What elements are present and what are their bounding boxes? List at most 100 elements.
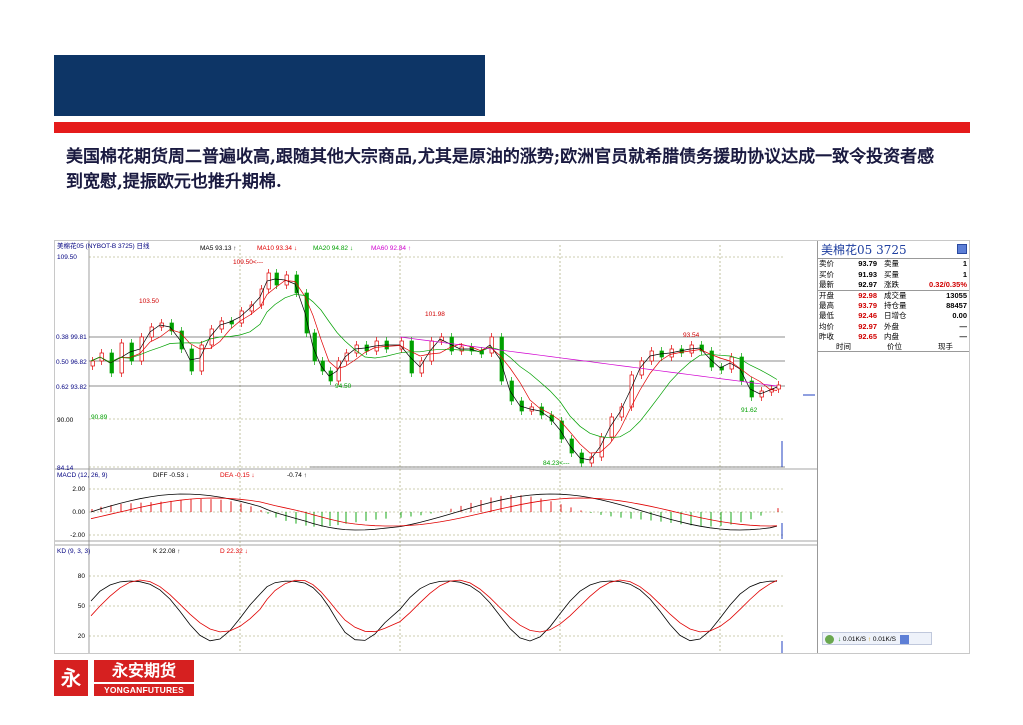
title-banner xyxy=(54,55,485,116)
price-annotation: 84.23<--- xyxy=(543,460,570,467)
ma10-label: MA10 93.34 ↓ xyxy=(257,245,297,252)
panel-toggle-icon[interactable] xyxy=(957,244,967,254)
quote-value: 1 xyxy=(962,269,967,279)
candle-body xyxy=(629,374,634,408)
quote-label: 持仓量 xyxy=(884,300,907,310)
candle-body xyxy=(709,350,714,368)
kline-chart[interactable]: 美棉花05 (NYBOT-B 3725) 日线 MA5 93.13 ↑ MA10 9… xyxy=(55,241,817,654)
kd-axis-label: 80 xyxy=(78,573,86,580)
quote-label: 卖价 xyxy=(819,259,834,269)
candle-body xyxy=(259,288,264,306)
quote-value: 92.97 xyxy=(840,279,878,291)
price-axis-label: 90.00 xyxy=(57,417,74,424)
ma5-label: MA5 93.13 ↑ xyxy=(200,245,237,252)
tick-list-header: 时间 价位 现手 xyxy=(818,342,969,353)
download-speed: 0.01K/S xyxy=(842,636,867,643)
download-arrow-icon: ↓ xyxy=(837,636,842,643)
price-annotation: 103.50 xyxy=(139,298,159,305)
macd-axis-label: 2.00 xyxy=(72,486,85,493)
col-time: 时间 xyxy=(836,342,851,352)
price-axis-label: 0.38 99.81 xyxy=(56,334,87,341)
quote-row: 最低 92.46 日增仓 0.00 xyxy=(818,311,969,321)
quote-row: 最新 92.97 涨跌 0.32/0.35% xyxy=(818,279,969,291)
quote-value: 13055 xyxy=(946,290,967,300)
quote-row: 买价 91.93 买量 1 xyxy=(818,269,969,279)
quote-value: 92.46 xyxy=(858,311,877,321)
kd-d-label: D 22.32 ↓ xyxy=(220,548,248,555)
company-logo: 永 永安期货 YONGANFUTURES xyxy=(54,660,194,696)
candle-body xyxy=(776,384,781,390)
candle-body xyxy=(409,340,414,374)
candle-body xyxy=(90,360,95,367)
trading-software-screenshot: 美棉花05 (NYBOT-B 3725) 日线 MA5 93.13 ↑ MA10 9… xyxy=(54,240,970,654)
candle-body xyxy=(139,336,144,362)
candle-body xyxy=(429,340,434,362)
candle-body xyxy=(609,416,614,438)
kd-title: KD (9, 3, 3) xyxy=(57,548,90,555)
ma20-label: MA20 94.82 ↓ xyxy=(313,245,353,252)
quote-value: 93.79 xyxy=(858,259,877,269)
kd-k-label: K 22.08 ↑ xyxy=(153,548,180,555)
macd-axis-label: -2.00 xyxy=(70,532,85,539)
quote-label: 涨跌 xyxy=(878,279,908,291)
red-divider xyxy=(54,122,970,133)
logo-mark: 永 xyxy=(54,660,88,696)
price-annotation: 109.50<--- xyxy=(233,259,263,266)
candle-body xyxy=(239,310,244,324)
quote-table: 卖价 93.79 卖量 1 买价 91.93 买量 1 最新 92.97 涨跌 0.32/0.35% 开… xyxy=(818,259,969,342)
quote-value: 92.98 xyxy=(858,290,877,300)
quote-label: 最高 xyxy=(819,300,834,310)
quote-title: 美棉花05 3725 xyxy=(818,241,969,259)
price-annotation: 90.89 xyxy=(91,414,108,421)
price-axis-label: 0.62 93.82 xyxy=(56,384,87,391)
quote-row: 均价 92.97 外盘 — xyxy=(818,321,969,332)
upload-arrow-icon: ↑ xyxy=(867,636,872,643)
price-axis-label: 109.50 xyxy=(57,254,77,261)
quote-label: 均价 xyxy=(819,321,834,331)
price-annotation: 94.50 xyxy=(335,383,352,390)
kd-axis-label: 20 xyxy=(78,633,86,640)
ma60-label: MA60 92.84 ↑ xyxy=(371,245,411,252)
quote-value: 92.97 xyxy=(858,321,877,331)
macd-axis-label: 0.00 xyxy=(72,509,85,516)
quote-label: 最新 xyxy=(818,279,840,291)
quote-row: 卖价 93.79 卖量 1 xyxy=(818,259,969,269)
macd-diff-label: DIFF -0.53 ↓ xyxy=(153,472,189,479)
logo-chinese-name: 永安期货 xyxy=(94,660,194,682)
quote-value: 0.00 xyxy=(952,311,967,321)
quote-label: 昨收 xyxy=(819,332,834,342)
quote-label: 卖量 xyxy=(884,259,899,269)
candle-body xyxy=(509,380,514,402)
settings-icon[interactable] xyxy=(899,634,909,644)
price-annotation: 101.98 xyxy=(425,311,445,318)
quote-label: 买价 xyxy=(819,269,834,279)
quote-title-text: 美棉花05 3725 xyxy=(821,243,907,257)
macd-value-label: -0.74 ↑ xyxy=(287,472,307,479)
price-axis-label: 0.50 96.82 xyxy=(56,359,87,366)
price-annotation: 91.62 xyxy=(741,407,758,414)
logo-english-name: YONGANFUTURES xyxy=(94,684,194,696)
quote-label: 内盘 xyxy=(884,332,899,342)
quote-value: 91.93 xyxy=(858,269,877,279)
price-annotation: 93.54 xyxy=(683,332,700,339)
quote-value: — xyxy=(959,332,968,342)
quote-value: 92.65 xyxy=(858,332,877,342)
candle-body xyxy=(312,332,317,362)
quote-row: 昨收 92.65 内盘 — xyxy=(818,332,969,342)
upload-speed: 0.01K/S xyxy=(872,636,897,643)
quote-label: 最低 xyxy=(819,311,834,321)
quote-value: — xyxy=(959,321,968,331)
quote-label: 外盘 xyxy=(884,321,899,331)
quote-value: 93.79 xyxy=(858,300,877,310)
quote-label: 买量 xyxy=(884,269,899,279)
quote-row: 最高 93.79 持仓量 88457 xyxy=(818,300,969,311)
quote-label: 开盘 xyxy=(819,290,834,300)
kline-chart-area[interactable]: 美棉花05 (NYBOT-B 3725) 日线 MA5 93.13 ↑ MA10 9… xyxy=(55,241,817,654)
candle-body xyxy=(599,436,604,458)
headline-text: 美国棉花期货周二普遍收高,跟随其他大宗商品,尤其是原油的涨势;欧洲官员就希腊债务… xyxy=(66,147,935,192)
network-icon[interactable] xyxy=(825,634,834,644)
quote-value: 88457 xyxy=(946,300,967,310)
col-price: 价位 xyxy=(887,342,902,352)
network-status-bar: ↓ 0.01K/S ↑ 0.01K/S xyxy=(822,632,932,645)
candle-body xyxy=(399,340,404,350)
